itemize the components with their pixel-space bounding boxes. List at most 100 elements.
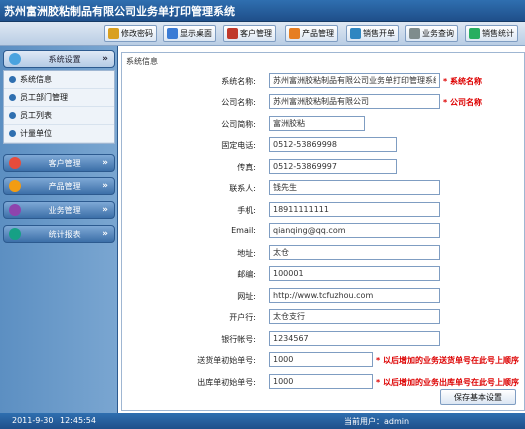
field-label: 公司名称: bbox=[221, 98, 256, 107]
sidebar-section-customer[interactable]: 客户管理 » bbox=[3, 154, 115, 172]
sidebar-item-system-info[interactable]: 系统信息 bbox=[4, 71, 114, 89]
form-row-short-name: 公司简称: bbox=[122, 114, 525, 134]
statistics-icon bbox=[469, 28, 480, 39]
customer-icon bbox=[9, 157, 21, 169]
delivery-start-no-input[interactable] bbox=[269, 352, 373, 367]
field-label: 银行帐号: bbox=[221, 335, 256, 344]
query-icon bbox=[409, 28, 420, 39]
toolbar-label: 修改密码 bbox=[121, 29, 153, 38]
chevron-double-right-icon: » bbox=[102, 205, 108, 215]
sidebar-section-product[interactable]: 产品管理 » bbox=[3, 177, 115, 195]
chevron-double-right-icon: » bbox=[102, 229, 108, 239]
chevron-double-right-icon: » bbox=[102, 181, 108, 191]
sidebar-item-label: 员工部门管理 bbox=[20, 93, 68, 102]
sidebar-section-business[interactable]: 业务管理 » bbox=[3, 201, 115, 219]
postcode-input[interactable] bbox=[269, 266, 440, 281]
status-bar: 2011-9-30 12:45:54 当前用户：admin bbox=[0, 413, 525, 429]
sidebar-section-label: 产品管理 bbox=[48, 181, 81, 191]
sidebar: 系统设置 » 系统信息 员工部门管理 员工列表 计量单位 客户管理 » 产品管理… bbox=[0, 46, 118, 413]
company-name-input[interactable] bbox=[269, 94, 440, 109]
sales-order-icon bbox=[350, 28, 361, 39]
field-note: * 以后增加的业务出库单号在此号上顺序 bbox=[376, 378, 519, 387]
sales-statistics-button[interactable]: 销售统计 bbox=[465, 25, 518, 42]
field-label: 联系人: bbox=[229, 184, 256, 193]
sidebar-item-department[interactable]: 员工部门管理 bbox=[4, 89, 114, 107]
sidebar-item-label: 员工列表 bbox=[20, 111, 52, 120]
settings-icon bbox=[9, 53, 21, 65]
form-row-website: 网址: bbox=[122, 286, 525, 306]
form-row-postcode: 邮编: bbox=[122, 264, 525, 284]
toolbar-label: 业务查询 bbox=[422, 29, 454, 38]
field-label: 手机: bbox=[237, 206, 256, 215]
field-note: * 系统名称 bbox=[443, 77, 482, 86]
sidebar-section-report[interactable]: 统计报表 » bbox=[3, 225, 115, 243]
arrow-bullet-icon bbox=[9, 130, 16, 137]
field-label: 出库单初始单号: bbox=[197, 378, 256, 387]
sidebar-submenu: 系统信息 员工部门管理 员工列表 计量单位 bbox=[3, 70, 115, 144]
form-row-fax: 传真: bbox=[122, 157, 525, 177]
customer-icon bbox=[227, 28, 238, 39]
email-input[interactable] bbox=[269, 223, 440, 238]
save-settings-button[interactable]: 保存基本设置 bbox=[440, 389, 516, 405]
chevron-double-right-icon: » bbox=[102, 54, 108, 64]
product-management-button[interactable]: 产品管理 bbox=[285, 25, 338, 42]
bank-input[interactable] bbox=[269, 309, 440, 324]
address-input[interactable] bbox=[269, 245, 440, 260]
field-label: 邮编: bbox=[237, 270, 256, 279]
app-title: 苏州富洲胶粘制品有限公司业务单打印管理系统 bbox=[4, 5, 235, 18]
field-label: 地址: bbox=[237, 249, 256, 258]
sidebar-item-label: 系统信息 bbox=[20, 75, 52, 84]
system-name-input[interactable] bbox=[269, 73, 440, 88]
show-desktop-button[interactable]: 显示桌面 bbox=[163, 25, 216, 42]
field-label: 开户行: bbox=[229, 313, 256, 322]
mobile-input[interactable] bbox=[269, 202, 440, 217]
arrow-bullet-icon bbox=[9, 94, 16, 101]
form-row-contact: 联系人: bbox=[122, 178, 525, 198]
status-time: 12:45:54 bbox=[60, 416, 96, 425]
sidebar-item-employee-list[interactable]: 员工列表 bbox=[4, 107, 114, 125]
field-label: 固定电话: bbox=[221, 141, 256, 150]
field-label: Email: bbox=[231, 226, 256, 235]
sidebar-section-label: 统计报表 bbox=[48, 229, 81, 239]
report-icon bbox=[9, 228, 21, 240]
sidebar-section-label: 系统设置 bbox=[48, 54, 81, 64]
customer-management-button[interactable]: 客户管理 bbox=[223, 25, 276, 42]
chevron-double-right-icon: » bbox=[102, 158, 108, 168]
change-password-button[interactable]: 修改密码 bbox=[104, 25, 157, 42]
product-icon bbox=[289, 28, 300, 39]
field-label: 公司简称: bbox=[221, 120, 256, 129]
field-note: * 以后增加的业务送货单号在此号上顺序 bbox=[376, 356, 519, 365]
phone-input[interactable] bbox=[269, 137, 397, 152]
sidebar-section-system-settings[interactable]: 系统设置 » bbox=[3, 50, 115, 68]
field-label: 网址: bbox=[237, 292, 256, 301]
current-user: 当前用户：admin bbox=[344, 417, 410, 426]
toolbar-label: 客户管理 bbox=[240, 29, 272, 38]
bank-account-input[interactable] bbox=[269, 331, 440, 346]
contact-input[interactable] bbox=[269, 180, 440, 195]
short-name-input[interactable] bbox=[269, 116, 365, 131]
sidebar-item-label: 计量单位 bbox=[20, 129, 52, 138]
form-row-email: Email: bbox=[122, 221, 525, 241]
field-note: * 公司名称 bbox=[443, 98, 482, 107]
form-row-bank: 开户行: bbox=[122, 307, 525, 327]
toolbar-label: 显示桌面 bbox=[180, 29, 212, 38]
business-icon bbox=[9, 204, 21, 216]
field-label: 送货单初始单号: bbox=[197, 356, 256, 365]
sidebar-section-label: 客户管理 bbox=[48, 158, 81, 168]
website-input[interactable] bbox=[269, 288, 440, 303]
panel-title: 系统信息 bbox=[126, 57, 158, 66]
toolbar: 修改密码 显示桌面 客户管理 产品管理 销售开单 业务查询 销售统计 bbox=[0, 22, 525, 46]
title-bar: 苏州富洲胶粘制品有限公司业务单打印管理系统 bbox=[0, 0, 525, 22]
key-icon bbox=[108, 28, 119, 39]
form-row-company-name: 公司名称: * 公司名称 bbox=[122, 92, 525, 112]
form-row-mobile: 手机: bbox=[122, 200, 525, 220]
sales-order-button[interactable]: 销售开单 bbox=[346, 25, 399, 42]
sidebar-section-label: 业务管理 bbox=[48, 205, 81, 215]
product-icon bbox=[9, 180, 21, 192]
sidebar-item-units[interactable]: 计量单位 bbox=[4, 125, 114, 143]
desktop-icon bbox=[167, 28, 178, 39]
business-query-button[interactable]: 业务查询 bbox=[405, 25, 458, 42]
arrow-bullet-icon bbox=[9, 112, 16, 119]
fax-input[interactable] bbox=[269, 159, 397, 174]
outbound-start-no-input[interactable] bbox=[269, 374, 373, 389]
